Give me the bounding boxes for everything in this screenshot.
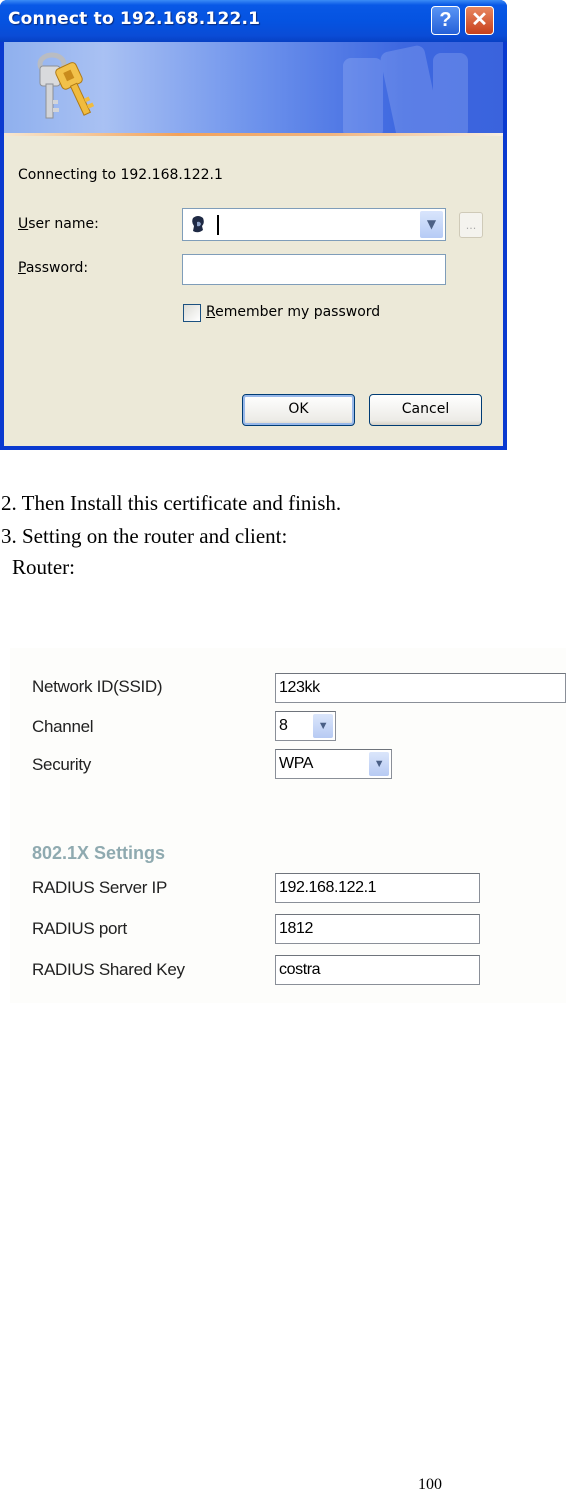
username-label: User name:: [18, 216, 99, 232]
username-combobox[interactable]: ▼: [182, 208, 446, 241]
remember-password-label[interactable]: Remember my password: [206, 304, 380, 320]
keys-watermark-icon: [343, 45, 468, 135]
password-input[interactable]: [182, 254, 446, 285]
chevron-down-icon[interactable]: ▼: [313, 714, 333, 738]
router-heading: Router:: [12, 555, 75, 579]
ok-button[interactable]: OK: [242, 394, 355, 426]
radius-port-label: RADIUS port: [32, 919, 127, 938]
channel-label: Channel: [32, 717, 94, 736]
step-2-text: 2. Then Install this certificate and fin…: [1, 491, 342, 515]
text-cursor: [217, 215, 219, 235]
8021x-section-title: 802.1X Settings: [32, 843, 166, 863]
dialog-title: Connect to 192.168.122.1: [8, 9, 261, 29]
dialog-titlebar[interactable]: Connect to 192.168.122.1 ? ✕: [0, 0, 507, 42]
radius-shared-key-input[interactable]: costra: [275, 955, 480, 985]
security-value: WPA: [279, 755, 314, 772]
channel-select[interactable]: 8 ▼: [275, 711, 336, 741]
ssid-label: Network ID(SSID): [32, 677, 163, 696]
close-icon: ✕: [471, 9, 488, 31]
connect-dialog: Connect to 192.168.122.1 ? ✕ Connecting …: [0, 0, 507, 450]
radius-server-ip-label: RADIUS Server IP: [32, 878, 168, 897]
remember-password-checkbox[interactable]: [183, 304, 201, 322]
username-dropdown-button[interactable]: ▼: [420, 211, 443, 238]
chevron-down-icon: ▼: [426, 217, 437, 231]
security-label: Security: [32, 755, 92, 774]
chevron-down-icon[interactable]: ▼: [369, 752, 389, 776]
ssid-input[interactable]: 123kk: [275, 673, 566, 703]
security-select[interactable]: WPA ▼: [275, 749, 392, 779]
cancel-button[interactable]: Cancel: [369, 394, 482, 426]
close-button[interactable]: ✕: [465, 6, 494, 35]
step-3-text: 3. Setting on the router and client:: [1, 524, 288, 548]
help-icon: ?: [439, 9, 452, 31]
password-label: Password:: [18, 260, 89, 276]
user-icon: [192, 216, 204, 233]
channel-value: 8: [279, 717, 288, 734]
page-number: 100: [418, 1476, 442, 1493]
keys-icon: [37, 52, 95, 119]
connecting-text: Connecting to 192.168.122.1: [18, 167, 223, 183]
radius-server-ip-input[interactable]: 192.168.122.1: [275, 873, 480, 903]
help-button[interactable]: ?: [431, 6, 460, 35]
radius-shared-key-label: RADIUS Shared Key: [32, 960, 185, 979]
browse-credentials-button[interactable]: ...: [459, 212, 483, 238]
dialog-banner: [4, 42, 503, 135]
radius-port-input[interactable]: 1812: [275, 914, 480, 944]
